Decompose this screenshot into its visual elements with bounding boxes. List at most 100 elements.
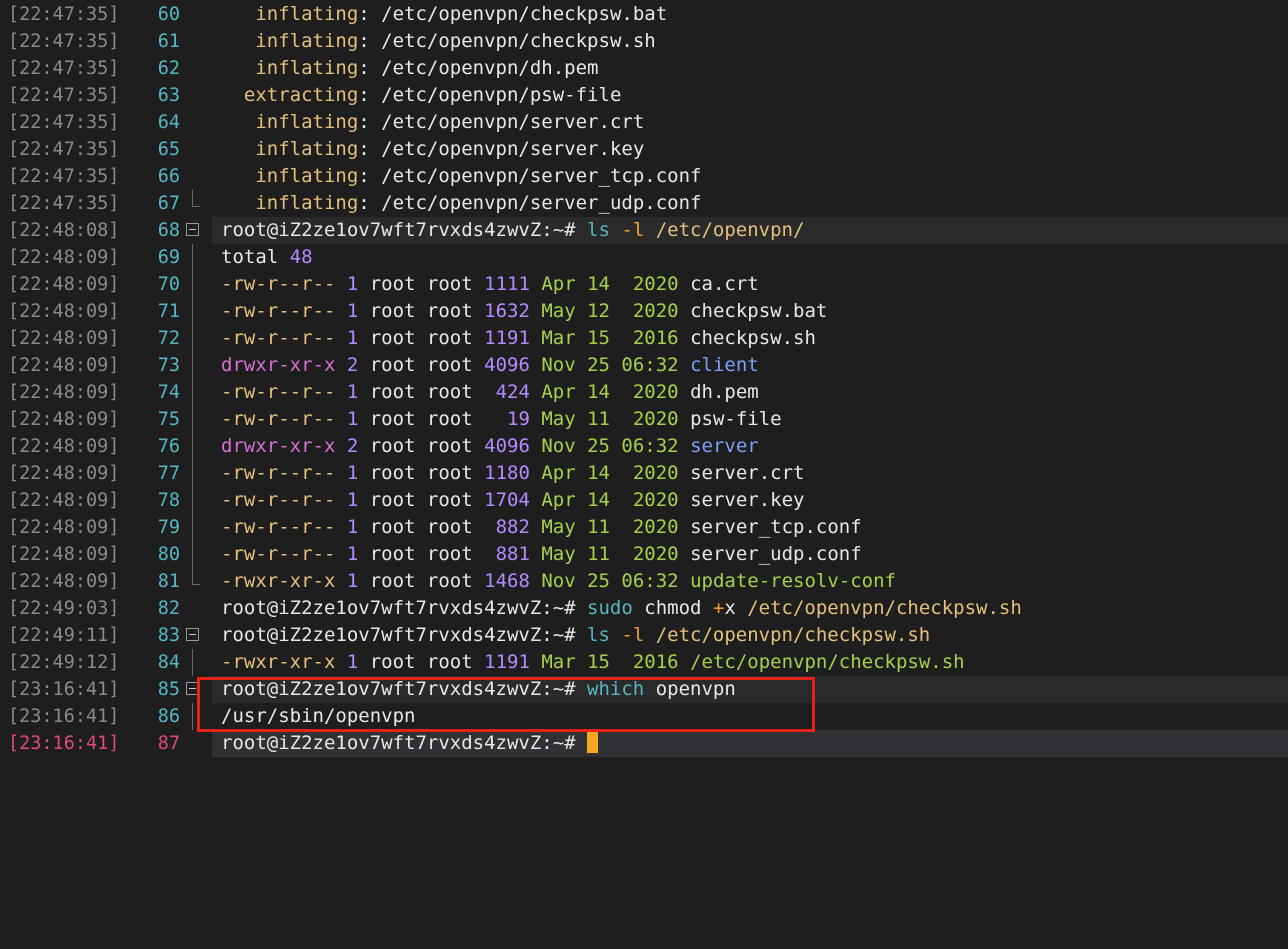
fold-guide [192,352,193,379]
fold-guide [192,541,193,568]
text-segment: dh.pem [690,381,759,403]
fold-collapse-icon[interactable] [186,223,199,236]
text-segment: 1 [346,273,359,295]
text-segment: 1 [346,300,359,322]
terminal-line: [22:47:35] 63 extracting: /etc/openvpn/ps… [0,82,1288,109]
line-number: 79 [157,517,180,538]
text-segment: inflating [255,30,359,52]
fold-guide [192,649,193,676]
text-segment: -rwxr-xr-x [221,570,347,592]
text-segment: 1 [346,570,359,592]
text-segment: 1704 [484,489,530,511]
line-content: inflating: /etc/openvpn/checkpsw.sh [221,28,655,55]
text-segment: /etc/openvpn/checkpsw.sh [690,651,965,673]
text-segment: root root [358,462,485,484]
text-segment: 1 [346,516,359,538]
text-segment: server [690,435,759,457]
terminal-line: [22:47:35] 67 inflating: /etc/openvpn/ser… [0,190,1288,217]
fold-guide [192,271,193,298]
text-segment: root@iZ2ze1ov7wft7rvxds4zwvZ:~# [221,597,588,619]
line-content: root@iZ2ze1ov7wft7rvxds4zwvZ:~# ls -l /e… [221,217,804,244]
line-content: root@iZ2ze1ov7wft7rvxds4zwvZ:~# which op… [221,676,736,703]
terminal-line: [22:49:03] 82 root@iZ2ze1ov7wft7rvxds4zwvZ… [0,595,1288,622]
line-content: extracting: /etc/openvpn/psw-file [221,82,622,109]
line-number: 86 [157,706,180,727]
text-segment: server.key [690,489,805,511]
fold-collapse-icon[interactable] [186,682,199,695]
text-segment: 1 [346,327,359,349]
text-segment: server.crt [690,462,805,484]
terminal-line: [22:48:09] 72 -rw-r--r-- 1 root root 1191 … [0,325,1288,352]
line-number: 62 [157,58,180,79]
line-number: 82 [157,598,180,619]
line-content: -rwxr-xr-x 1 root root 1191 Mar 15 2016 … [221,649,965,676]
text-segment: root root [358,327,485,349]
line-content: drwxr-xr-x 2 root root 4096 Nov 25 06:32… [221,433,759,460]
text-segment: 1 [346,381,359,403]
text-segment: 1180 [484,462,530,484]
line-number: 64 [157,112,180,133]
line-number: 75 [157,409,180,430]
line-number: 74 [157,382,180,403]
text-segment: chmod [632,597,713,619]
text-segment: -l [609,624,656,646]
text-segment: /etc/openvpn/checkpsw.sh [655,624,931,646]
text-segment: 1 [346,408,359,430]
terminal-line: [22:48:09] 78 -rw-r--r-- 1 root root 1704 … [0,487,1288,514]
line-content: -rw-r--r-- 1 root root 881 May 11 2020 s… [221,541,862,568]
fold-guide [192,244,193,271]
terminal-line: [22:47:35] 60 inflating: /etc/openvpn/che… [0,1,1288,28]
line-number: 66 [157,166,180,187]
text-segment: 4096 [484,354,530,376]
line-content: -rwxr-xr-x 1 root root 1468 Nov 25 06:32… [221,568,896,595]
text-segment: inflating [255,165,359,187]
text-segment: inflating [255,3,359,25]
text-segment: root root [358,381,496,403]
text-segment: inflating [255,138,359,160]
line-number: 71 [157,301,180,322]
terminal-line: [22:48:09] 75 -rw-r--r-- 1 root root 19 Ma… [0,406,1288,433]
line-content: -rw-r--r-- 1 root root 1191 Mar 15 2016 … [221,325,816,352]
fold-guide [192,298,193,325]
line-content: drwxr-xr-x 2 root root 4096 Nov 25 06:32… [221,352,759,379]
line-number: 68 [157,220,180,241]
text-segment: 1191 [484,327,530,349]
line-content: -rw-r--r-- 1 root root 1704 Apr 14 2020 … [221,487,804,514]
terminal-line: [23:16:41] 86/usr/sbin/openvpn [0,703,1288,730]
line-content: -rw-r--r-- 1 root root 19 May 11 2020 ps… [221,406,782,433]
text-segment: 1632 [484,300,530,322]
text-segment: Apr 14 2020 [529,381,691,403]
text-segment: root root [358,354,485,376]
terminal-line: [22:47:35] 66 inflating: /etc/openvpn/ser… [0,163,1288,190]
line-content: root@iZ2ze1ov7wft7rvxds4zwvZ:~# sudo chm… [221,595,1022,622]
text-segment: Nov 25 06:32 [529,435,691,457]
text-segment: psw-file [690,408,782,430]
text-segment: -l [609,219,656,241]
text-segment: May 12 2020 [529,300,691,322]
line-content: -rw-r--r-- 1 root root 1180 Apr 14 2020 … [221,460,804,487]
line-content: inflating: /etc/openvpn/server.crt [221,109,644,136]
text-segment: inflating [255,111,359,133]
text-segment: ls [587,624,610,646]
text-segment: 881 [495,543,530,565]
text-segment: openvpn [644,678,736,700]
text-segment: checkpsw.sh [690,327,816,349]
terminal-line: [22:48:08] 68 root@iZ2ze1ov7wft7rvxds4zwvZ… [0,217,1288,244]
text-segment: extracting [243,84,359,106]
line-number: 63 [157,85,180,106]
text-segment: /etc/openvpn/ [655,219,805,241]
line-number: 70 [157,274,180,295]
text-segment: -rw-r--r-- [221,327,347,349]
text-segment: inflating [255,192,359,214]
line-number: 67 [157,193,180,214]
text-segment: root root [358,516,496,538]
text-segment: root@iZ2ze1ov7wft7rvxds4zwvZ:~# [221,219,588,241]
text-segment: Nov 25 06:32 [529,354,691,376]
terminal-line: [22:47:35] 64 inflating: /etc/openvpn/ser… [0,109,1288,136]
text-segment: : /etc/openvpn/server_tcp.conf [358,165,702,187]
line-content: root@iZ2ze1ov7wft7rvxds4zwvZ:~# [221,730,599,757]
fold-collapse-icon[interactable] [186,628,199,641]
terminal-window[interactable]: [22:47:35] 60 inflating: /etc/openvpn/che… [0,0,1288,949]
text-segment: server_udp.conf [690,543,862,565]
text-segment [221,84,244,106]
